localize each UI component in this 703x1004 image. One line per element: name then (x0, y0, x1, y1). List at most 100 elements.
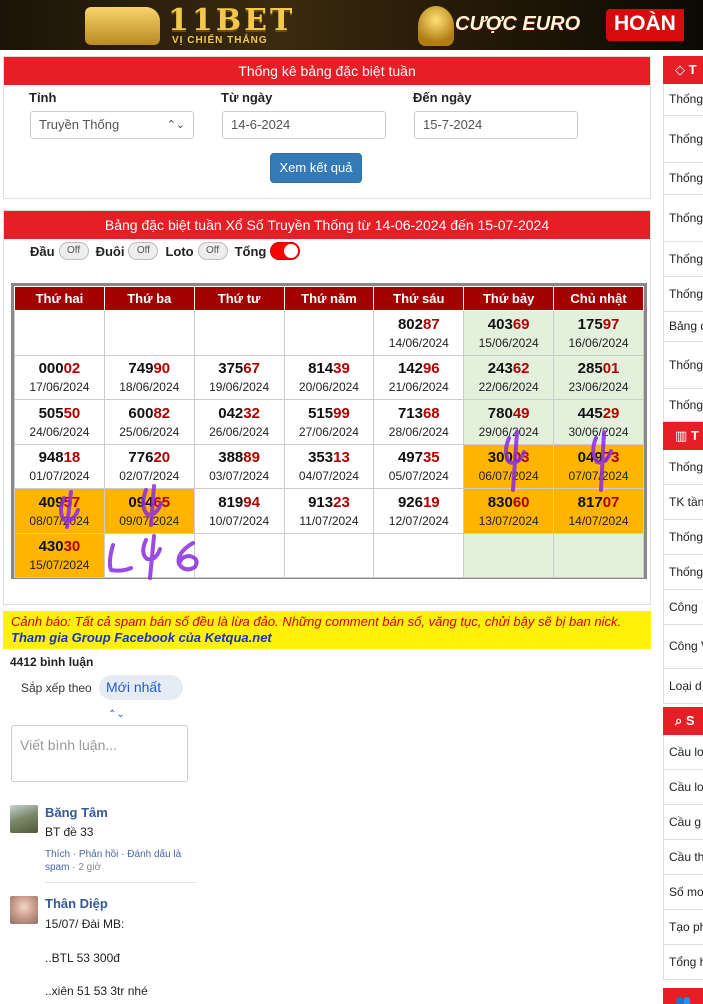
number-head: 094 (128, 493, 154, 511)
sidebar-link[interactable]: Thống loto (663, 195, 703, 242)
special-number: 60082 (105, 404, 194, 424)
sidebar-link[interactable]: Thống (663, 277, 703, 312)
result-date: 25/06/2024 (119, 424, 180, 439)
table-row: 40957 08/07/2024 09465 09/07/2024 81994 10/07… (14, 488, 644, 534)
comment-text: ..BTL 53 300đ (45, 951, 120, 965)
sidebar-link[interactable]: Thống (663, 389, 703, 422)
sidebar-section-title: S (685, 713, 695, 728)
view-results-button[interactable]: Xem kết quả (270, 153, 362, 183)
special-number: 04232 (195, 404, 284, 424)
sidebar-link[interactable]: Loại d (663, 669, 703, 704)
sidebar-link[interactable]: Bảng đ (663, 312, 703, 342)
from-date-input[interactable]: 14-6-2024 (222, 111, 386, 139)
search-panel-title: Thống kê bảng đặc biệt tuần (4, 57, 650, 85)
comment-count: 4412 bình luận (10, 655, 94, 669)
avatar[interactable] (10, 896, 38, 924)
special-number: 80287 (374, 315, 463, 335)
ad-banner[interactable]: 11BET VỊ CHIẾN THẮNG CƯỢC EURO HOÀN (0, 0, 703, 50)
number-tail: 03 (512, 449, 530, 467)
sidebar-section-header: ◇ T (663, 56, 703, 84)
number-head: 430 (38, 538, 64, 556)
table-header-row: Thứ hai Thứ ba Thứ tư Thứ năm Thứ sáu Thứ bảy… (14, 286, 644, 311)
sidebar-link[interactable]: Thống loto (663, 116, 703, 163)
sidebar-link[interactable]: Công (663, 590, 703, 625)
result-date: 06/07/2024 (478, 469, 539, 484)
result-cell: 51599 27/06/2024 (283, 399, 375, 445)
special-number: 81439 (285, 359, 374, 379)
sidebar-link[interactable]: Thống (663, 450, 703, 485)
sidebar-link[interactable]: Tạo ph (663, 910, 703, 945)
result-cell: 09465 09/07/2024 (103, 488, 195, 534)
sidebar-link[interactable]: Cầu lo (663, 770, 703, 805)
toggle-dau[interactable]: Off (58, 242, 89, 260)
sidebar-link[interactable]: Thống theo Đ (663, 342, 703, 389)
avatar[interactable] (10, 805, 38, 833)
comment-author[interactable]: Thân Diệp (45, 896, 108, 911)
sidebar-link[interactable]: Thống (663, 520, 703, 555)
result-cell: 30003 06/07/2024 (463, 443, 555, 489)
toggle-loto-label: Loto (165, 243, 194, 259)
result-cell (283, 532, 375, 578)
table-body: 80287 14/06/2024 40369 15/06/2024 17597 16/06… (14, 310, 644, 578)
result-date: 21/06/2024 (388, 380, 449, 395)
special-number: 49735 (374, 448, 463, 468)
toggle-loto[interactable]: Off (197, 242, 228, 260)
sidebar-link[interactable]: Cầu g (663, 805, 703, 840)
special-number: 04973 (554, 448, 643, 468)
comment-item: Thân Diệp 15/07/ Đài MB: ..BTL 53 300đ .… (10, 896, 188, 1004)
special-number: 91323 (285, 493, 374, 513)
comment-time: 2 giờ (78, 862, 102, 873)
sidebar-link[interactable]: Cầu th (663, 840, 703, 875)
sidebar-link[interactable]: TK tần (663, 485, 703, 520)
special-number: 37567 (195, 359, 284, 379)
number-tail: 39 (333, 360, 350, 378)
result-cell: 44529 30/06/2024 (553, 399, 644, 445)
toggle-tong[interactable] (270, 242, 301, 260)
result-cell: 28501 23/06/2024 (553, 354, 644, 400)
day-header: Thứ năm (283, 286, 375, 311)
reply-link[interactable]: Phản hồi (79, 849, 118, 860)
day-header: Chủ nhật (553, 286, 644, 311)
sidebar-link[interactable]: Số mơ (663, 875, 703, 910)
result-cell (193, 310, 285, 356)
special-number: 09465 (105, 493, 194, 513)
result-date: 24/06/2024 (29, 424, 90, 439)
number-tail: 87 (422, 315, 440, 333)
number-head: 926 (397, 493, 423, 511)
comment-input[interactable]: Viết bình luận... (11, 725, 188, 782)
result-date: 17/06/2024 (29, 380, 90, 395)
sidebar-link[interactable]: Tổng h (663, 945, 703, 980)
comment-item: Băng Tâm BT đề 33 Thích · Phản hồi · Đán… (10, 805, 197, 890)
sidebar-link[interactable]: Thống (663, 242, 703, 277)
number-tail: 94 (243, 493, 260, 511)
sort-select[interactable]: Mới nhất ⌃⌄ (99, 675, 183, 720)
like-link[interactable]: Thích (45, 849, 70, 860)
sidebar-link[interactable]: Cầu lo (663, 735, 703, 770)
result-cell (463, 532, 555, 578)
result-cell: 04232 26/06/2024 (193, 399, 285, 445)
number-head: 780 (487, 404, 513, 422)
number-head: 913 (308, 493, 334, 511)
number-tail: 13 (333, 449, 350, 467)
result-cell: 80287 14/06/2024 (373, 310, 465, 356)
sidebar-link[interactable]: Thống (663, 555, 703, 590)
facebook-group-link[interactable]: Tham gia Group Facebook của Ketqua.net (11, 630, 272, 645)
sidebar-link[interactable]: Thống (663, 84, 703, 116)
number-head: 409 (38, 493, 64, 511)
table-row: 50550 24/06/2024 60082 25/06/2024 04232 26/06… (14, 399, 644, 445)
number-head: 814 (308, 360, 334, 378)
table-row: 00002 17/06/2024 74990 18/06/2024 37567 19/06… (14, 354, 644, 400)
sidebar-link[interactable]: Công VIP (663, 625, 703, 669)
number-tail: 73 (602, 449, 620, 467)
result-cell: 91323 11/07/2024 (283, 488, 375, 534)
result-date: 29/06/2024 (478, 424, 539, 439)
comment-divider (45, 882, 197, 883)
province-select[interactable]: Truyền Thống ⌃⌄ (30, 111, 194, 139)
to-date-input[interactable]: 15-7-2024 (414, 111, 578, 139)
toggle-duoi[interactable]: Off (128, 242, 159, 260)
comment-author[interactable]: Băng Tâm (45, 805, 108, 820)
result-cell: 04973 07/07/2024 (553, 443, 644, 489)
sidebar-link[interactable]: Thống (663, 163, 703, 195)
result-date: 28/06/2024 (388, 424, 449, 439)
trophy-icon (418, 6, 454, 46)
